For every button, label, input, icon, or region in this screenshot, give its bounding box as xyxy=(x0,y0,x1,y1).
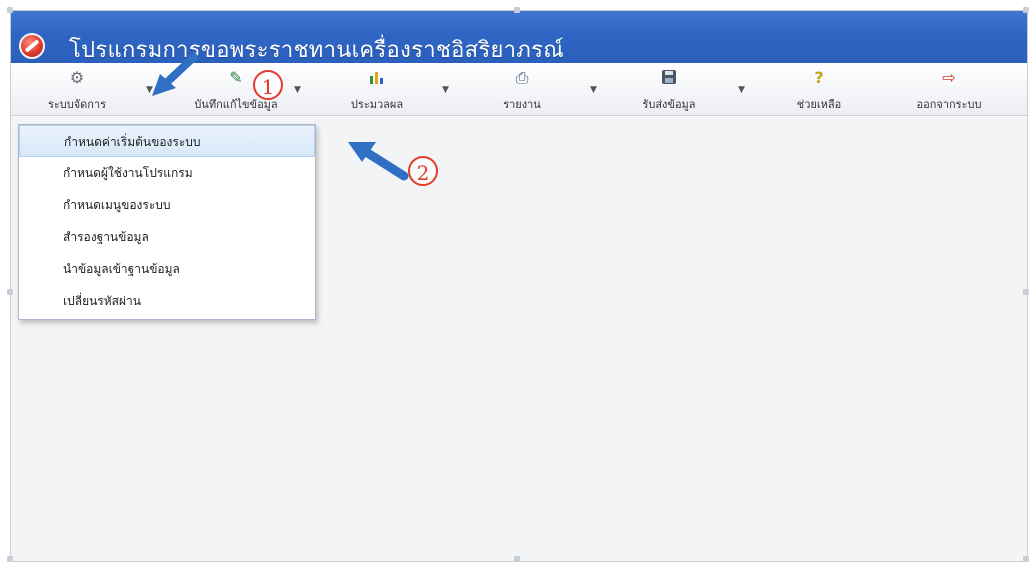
toolbar-label: ออกจากระบบ xyxy=(916,98,982,111)
resize-handle[interactable] xyxy=(7,556,13,562)
callout-2: 2 xyxy=(408,156,438,186)
toolbar-exit[interactable]: ⇨ ออกจากระบบ xyxy=(883,63,1015,115)
menu-item-backup-database[interactable]: สำรองฐานข้อมูล xyxy=(19,221,315,253)
resize-handle[interactable] xyxy=(514,7,520,13)
resize-handle[interactable] xyxy=(1023,289,1029,295)
annotation-arrow-2 xyxy=(348,142,409,181)
system-management-menu: กำหนดค่าเริ่มต้นของระบบ กำหนดผู้ใช้งานโป… xyxy=(18,124,316,320)
toolbar-help[interactable]: ? ช่วยเหลือ xyxy=(753,63,885,115)
toolbar-label: รับส่งข้อมูล xyxy=(642,98,696,111)
resize-handle[interactable] xyxy=(1023,556,1029,562)
annotation-arrow-1 xyxy=(152,53,198,96)
gear-tools-icon: ⚙ xyxy=(69,68,85,87)
toolbar-report[interactable]: ⎙ รายงาน xyxy=(456,63,588,115)
app-logo-icon xyxy=(19,33,45,59)
menu-item-system-menu[interactable]: กำหนดเมนูของระบบ xyxy=(19,189,315,221)
toolbar-label: ระบบจัดการ xyxy=(47,98,107,111)
menu-item-default-settings[interactable]: กำหนดค่าเริ่มต้นของระบบ xyxy=(19,125,315,157)
toolbar-process[interactable]: ประมวลผล xyxy=(311,63,443,115)
chevron-down-icon[interactable]: ▼ xyxy=(294,85,301,95)
chevron-down-icon[interactable]: ▼ xyxy=(442,85,449,95)
exit-icon: ⇨ xyxy=(942,68,956,87)
toolbar-label: รายงาน xyxy=(503,98,541,111)
toolbar-data-transfer[interactable]: รับส่งข้อมูล xyxy=(603,63,735,115)
resize-handle[interactable] xyxy=(514,556,520,562)
resize-handle[interactable] xyxy=(7,7,13,13)
chevron-down-icon[interactable]: ▼ xyxy=(738,85,745,95)
floppy-disk-icon xyxy=(603,69,735,87)
menu-item-import-data[interactable]: นำข้อมูลเข้าฐานข้อมูล xyxy=(19,253,315,285)
toolbar-label: ช่วยเหลือ xyxy=(796,98,842,111)
help-icon: ? xyxy=(814,68,824,87)
bar-chart-icon xyxy=(311,69,443,87)
toolbar-system-management[interactable]: ⚙ ระบบจัดการ xyxy=(13,63,141,115)
callout-1: 1 xyxy=(253,70,283,100)
menu-item-change-password[interactable]: เปลี่ยนรหัสผ่าน xyxy=(19,285,315,317)
resize-handle[interactable] xyxy=(1023,7,1029,13)
resize-handle[interactable] xyxy=(7,289,13,295)
printer-icon: ⎙ xyxy=(515,68,529,87)
window-title: โปรแกรมการขอพระราชทานเครื่องราชอิสริยาภร… xyxy=(69,38,564,63)
menu-item-program-users[interactable]: กำหนดผู้ใช้งานโปรแกรม xyxy=(19,157,315,189)
chevron-down-icon[interactable]: ▼ xyxy=(590,85,597,95)
toolbar-label: ประมวลผล xyxy=(350,98,404,111)
